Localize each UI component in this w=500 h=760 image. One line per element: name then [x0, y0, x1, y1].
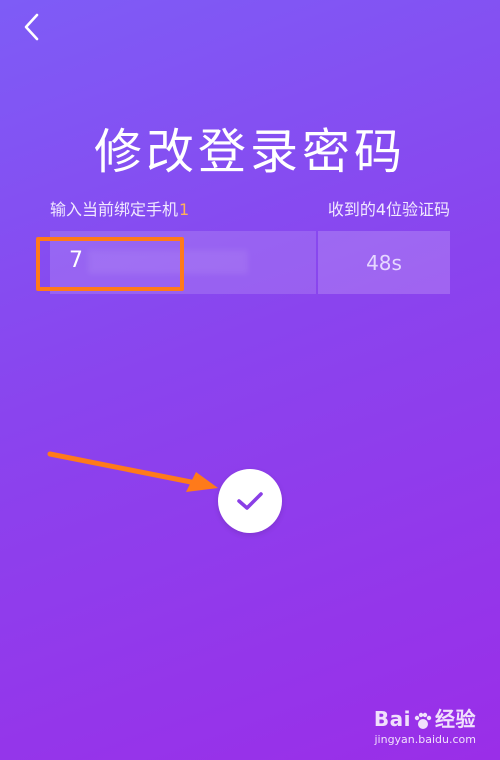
watermark-brand: Bai — [373, 707, 411, 731]
code-hint: 收到的4位验证码 — [327, 200, 450, 219]
phone-hint-suffix: 1 — [179, 200, 190, 219]
paw-icon — [414, 712, 432, 729]
chevron-left-icon — [24, 13, 39, 41]
confirm-button[interactable] — [218, 469, 282, 533]
watermark-brand-suffix: 经验 — [435, 707, 476, 731]
checkmark-icon — [237, 492, 263, 510]
annotation-arrow-icon — [47, 451, 218, 492]
baidu-watermark: Bai 经验 jingyan.baidu.com — [374, 703, 476, 746]
phone-hint-text: 输入当前绑定手机 — [50, 200, 179, 219]
watermark-url: jingyan.baidu.com — [374, 733, 476, 746]
page-title: 修改登录密码 — [93, 124, 406, 180]
watermark-logo: Bai 经验 — [374, 703, 476, 732]
back-button[interactable] — [14, 10, 48, 44]
phone-hint: 输入当前绑定手机1 — [50, 196, 189, 220]
annotation-highlight-box — [36, 237, 184, 291]
countdown-button[interactable]: 48s — [318, 231, 450, 294]
